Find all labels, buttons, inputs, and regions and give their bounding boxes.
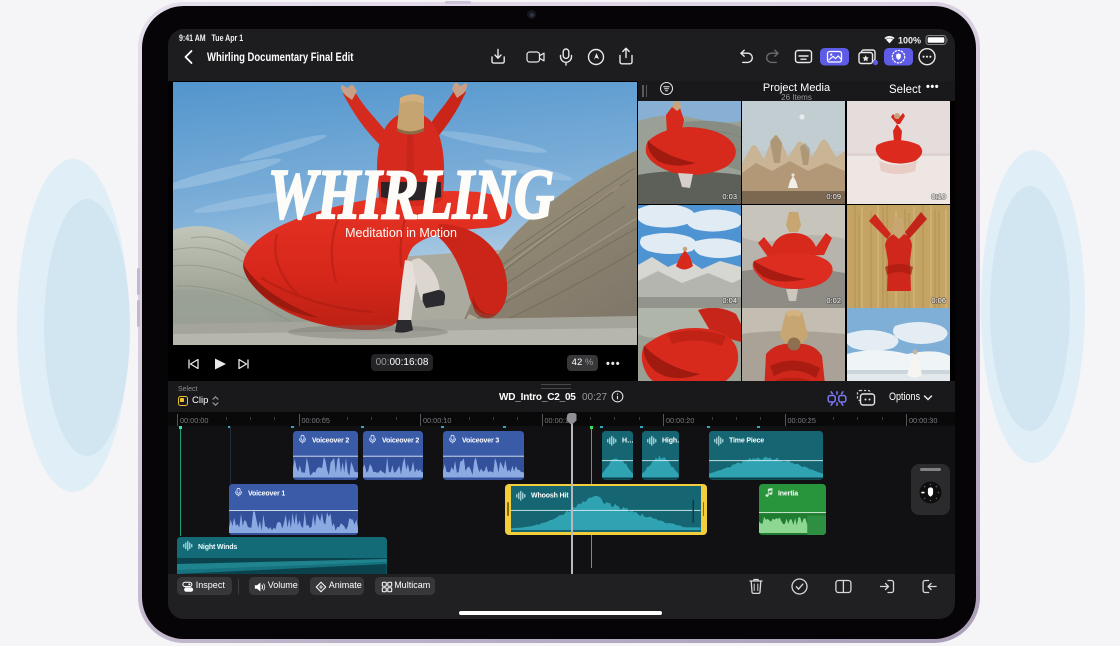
svg-text:Night Winds: Night Winds bbox=[198, 544, 237, 551]
svg-text:Inertia: Inertia bbox=[778, 490, 798, 497]
svg-text:Voiceover 2: Voiceover 2 bbox=[312, 438, 349, 445]
svg-text:High…: High… bbox=[662, 438, 679, 445]
svg-text:0:10: 0:10 bbox=[931, 192, 946, 201]
svg-text:WHIRLING: WHIRLING bbox=[268, 156, 554, 234]
svg-text:Voiceover 3: Voiceover 3 bbox=[462, 438, 499, 445]
svg-text:H…: H… bbox=[622, 438, 633, 445]
svg-text:Time Piece: Time Piece bbox=[729, 438, 764, 445]
svg-text:Meditation in Motion: Meditation in Motion bbox=[345, 226, 457, 240]
svg-text:0:04: 0:04 bbox=[722, 296, 737, 305]
svg-text:Voiceover 1: Voiceover 1 bbox=[248, 490, 285, 497]
svg-text:100%: 100% bbox=[898, 36, 921, 46]
svg-text:Voiceover 2: Voiceover 2 bbox=[382, 438, 419, 445]
svg-text:0:02: 0:02 bbox=[827, 296, 842, 305]
svg-text:0:09: 0:09 bbox=[827, 192, 842, 201]
svg-text:Whoosh Hit: Whoosh Hit bbox=[531, 493, 569, 500]
svg-text:0:03: 0:03 bbox=[722, 192, 737, 201]
svg-text:0:06: 0:06 bbox=[931, 296, 946, 305]
